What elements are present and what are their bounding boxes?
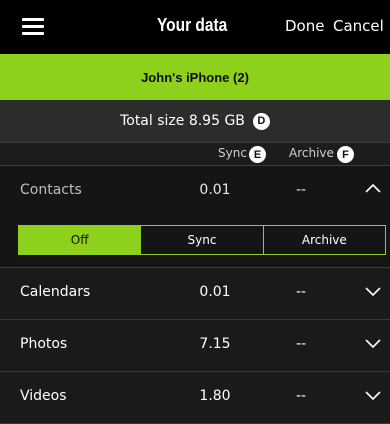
- callout-badge-f: F: [337, 146, 354, 163]
- sync-mode-segmented-control: Off Sync Archive: [18, 225, 386, 255]
- hamburger-menu-icon[interactable]: [22, 18, 44, 35]
- sync-mode-panel: Off Sync Archive: [0, 218, 390, 268]
- segment-archive[interactable]: Archive: [264, 226, 385, 254]
- top-bar: Your data Done Cancel: [0, 0, 390, 54]
- data-row-photos[interactable]: Photos 7.15 --: [0, 320, 390, 372]
- row-size: 7.15: [199, 336, 231, 352]
- row-name: Photos: [20, 336, 68, 352]
- chevron-down-icon[interactable]: [364, 334, 382, 352]
- segment-off[interactable]: Off: [19, 226, 141, 254]
- row-name: Calendars: [20, 284, 91, 300]
- sync-column-label: Sync: [218, 146, 247, 160]
- segment-sync[interactable]: Sync: [140, 226, 264, 254]
- device-name: John's iPhone (2): [141, 69, 249, 85]
- done-button[interactable]: Done: [285, 17, 324, 35]
- total-size-row: Total size 8.95 GB D: [0, 100, 390, 142]
- data-row-calendars[interactable]: Calendars 0.01 --: [0, 268, 390, 320]
- chevron-up-icon[interactable]: [364, 180, 382, 198]
- row-archive: --: [296, 182, 307, 198]
- archive-column-label: Archive: [289, 146, 334, 160]
- callout-badge-d: D: [252, 112, 270, 130]
- callout-badge-e: E: [249, 146, 266, 163]
- page-title: Your data: [157, 15, 228, 35]
- data-row-videos[interactable]: Videos 1.80 --: [0, 372, 390, 424]
- row-size: 1.80: [199, 388, 231, 404]
- total-size-label: Total size 8.95 GB: [120, 113, 245, 129]
- cancel-button[interactable]: Cancel: [333, 17, 384, 35]
- row-archive: --: [296, 388, 307, 404]
- chevron-down-icon[interactable]: [364, 282, 382, 300]
- row-name: Videos: [20, 388, 67, 404]
- row-size: 0.01: [199, 182, 231, 198]
- data-row-contacts[interactable]: Contacts 0.01 --: [0, 166, 390, 218]
- row-archive: --: [296, 284, 307, 300]
- row-archive: --: [296, 336, 307, 352]
- row-size: 0.01: [199, 284, 231, 300]
- row-name: Contacts: [20, 182, 82, 198]
- device-name-bar: John's iPhone (2): [0, 54, 390, 100]
- column-header: Sync E Archive F: [0, 142, 390, 166]
- chevron-down-icon[interactable]: [364, 386, 382, 404]
